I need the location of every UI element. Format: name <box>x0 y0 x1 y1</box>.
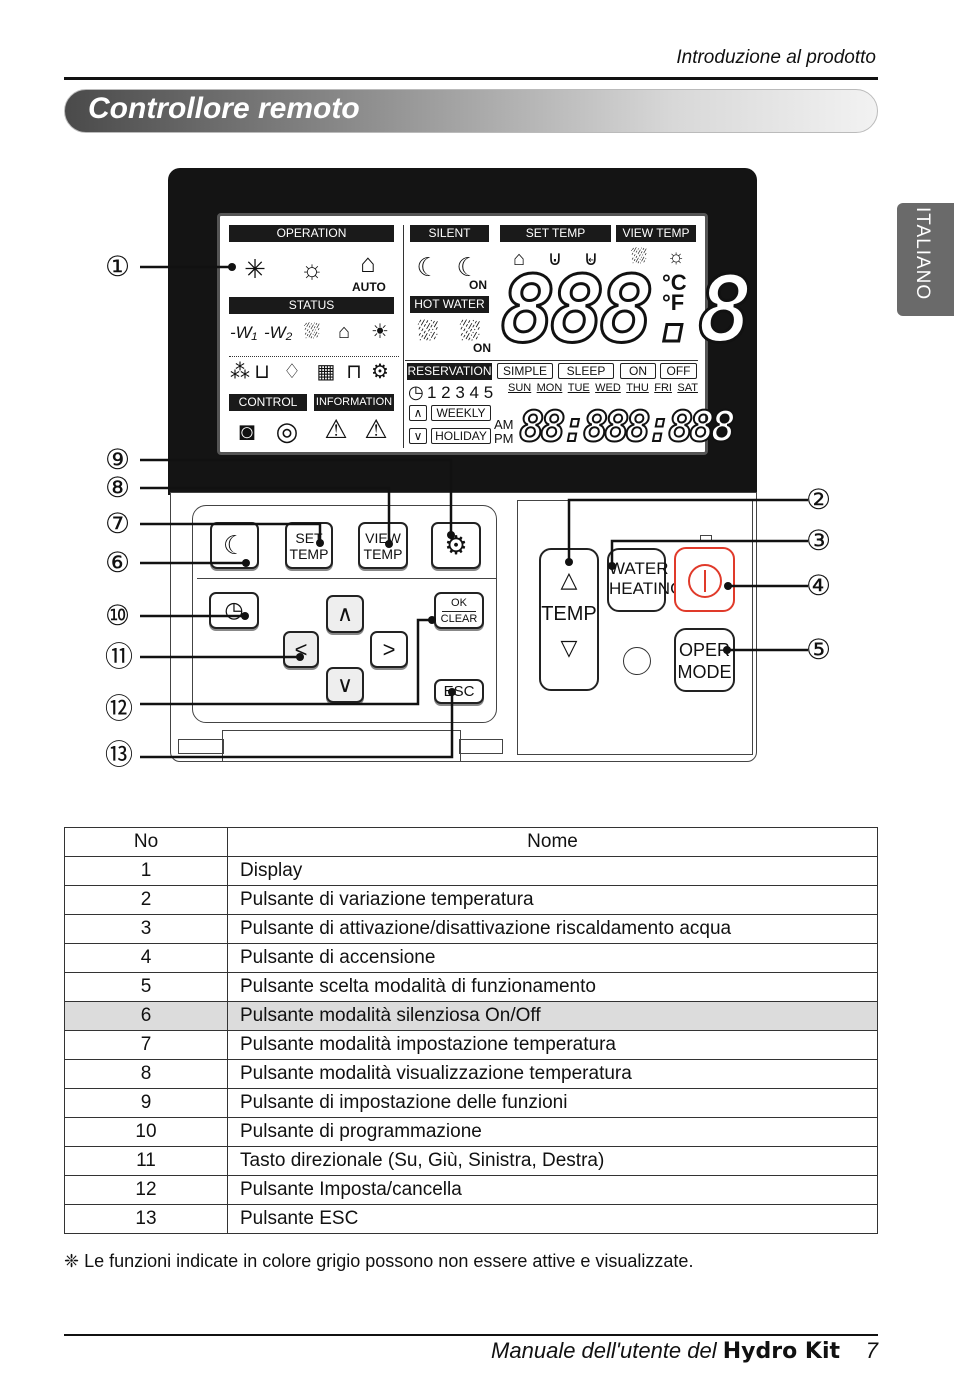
callout-1: ① <box>105 251 131 282</box>
header-no: No <box>64 827 228 857</box>
row-no: 9 <box>64 1088 228 1118</box>
footnote: ❈ Le funzioni indicate in colore grigio … <box>64 1251 694 1271</box>
table-row: 2 Pulsante di variazione temperatura <box>64 885 878 915</box>
table-row: 10 Pulsante di programmazione <box>64 1117 878 1147</box>
row-name: Pulsante modalità impostazione temperatu… <box>227 1030 878 1060</box>
row-name: Display <box>227 856 878 886</box>
callout-13: ⑬ <box>105 739 134 770</box>
row-no: 3 <box>64 914 228 944</box>
row-no: 11 <box>64 1146 228 1176</box>
table-row: 7 Pulsante modalità impostazione temperat… <box>64 1030 878 1060</box>
row-no: 12 <box>64 1175 228 1205</box>
page-number: 7 <box>865 1338 878 1363</box>
row-name: Pulsante di attivazione/disattivazione r… <box>227 914 878 944</box>
table-row: 3 Pulsante di attivazione/disattivazione … <box>64 914 878 944</box>
parts-table: No Nome 1 Display 2 Pulsante di variazione … <box>64 827 878 1234</box>
row-name: Pulsante modalità silenziosa On/Off <box>227 1001 878 1031</box>
footer-text: Manuale dell'utente del Hydro Kit <box>491 1338 840 1364</box>
row-no: 10 <box>64 1117 228 1147</box>
row-no: 1 <box>64 856 228 886</box>
header-name: Nome <box>227 827 878 857</box>
callout-9: ⑨ <box>105 444 131 475</box>
table-row: 12 Pulsante Imposta/cancella <box>64 1175 878 1205</box>
table-row: 4 Pulsante di accensione <box>64 943 878 973</box>
row-name: Pulsante scelta modalità di funzionament… <box>227 972 878 1002</box>
row-name: Pulsante modalità visualizzazione temper… <box>227 1059 878 1089</box>
callout-11: ⑪ <box>105 641 134 672</box>
callout-8: ⑧ <box>105 472 131 503</box>
row-name: Pulsante di variazione temperatura <box>227 885 878 915</box>
row-name: Pulsante di programmazione <box>227 1117 878 1147</box>
row-name: Pulsante Imposta/cancella <box>227 1175 878 1205</box>
callout-10: ⑩ <box>105 600 131 631</box>
callout-lines <box>140 263 808 759</box>
callout-12: ⑫ <box>105 693 134 724</box>
table-header-row: No Nome <box>64 827 878 857</box>
row-name: Pulsante ESC <box>227 1204 878 1234</box>
callout-6: ⑥ <box>105 547 131 578</box>
table-row: 9 Pulsante di impostazione delle funzioni <box>64 1088 878 1118</box>
row-no: 2 <box>64 885 228 915</box>
footer-rule <box>64 1334 878 1336</box>
row-no: 7 <box>64 1030 228 1060</box>
table-row: 13 Pulsante ESC <box>64 1204 878 1234</box>
footer-product: Hydro Kit <box>722 1339 840 1364</box>
row-name: Pulsante di accensione <box>227 943 878 973</box>
row-no: 5 <box>64 972 228 1002</box>
row-no: 13 <box>64 1204 228 1234</box>
table-row: 8 Pulsante modalità visualizzazione tempe… <box>64 1059 878 1089</box>
row-no: 4 <box>64 943 228 973</box>
row-no: 8 <box>64 1059 228 1089</box>
callout-7: ⑦ <box>105 508 131 539</box>
row-name: Tasto direzionale (Su, Giù, Sinistra, De… <box>227 1146 878 1176</box>
footer-manual: Manuale dell'utente del <box>491 1338 717 1363</box>
callout-5: ⑤ <box>806 634 832 665</box>
row-name: Pulsante di impostazione delle funzioni <box>227 1088 878 1118</box>
table-row: 11 Tasto direzionale (Su, Giù, Sinistra, … <box>64 1146 878 1176</box>
callout-2: ② <box>806 484 832 515</box>
callout-3: ③ <box>806 525 832 556</box>
table-row: 5 Pulsante scelta modalità di funzionamen… <box>64 972 878 1002</box>
row-no: 6 <box>64 1001 228 1031</box>
table-row: 6 Pulsante modalità silenziosa On/Off <box>64 1001 878 1031</box>
callout-4: ④ <box>806 570 832 601</box>
table-row: 1 Display <box>64 856 878 886</box>
